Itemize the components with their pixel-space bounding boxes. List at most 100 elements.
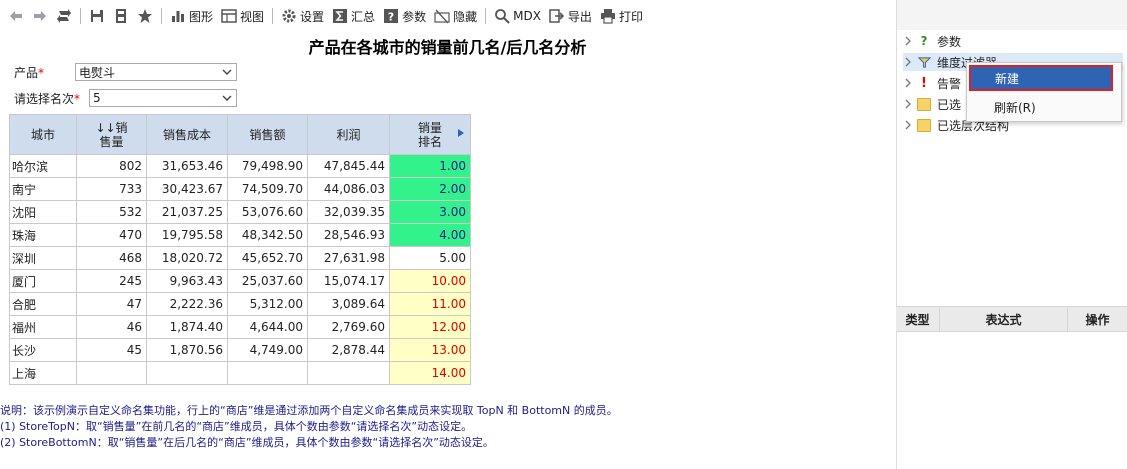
cell-profit[interactable]: 47,845.44 <box>307 154 390 178</box>
header-cost[interactable]: 销售成本 <box>146 114 228 155</box>
cell-cost[interactable]: 30,423.67 <box>146 177 228 201</box>
cell-profit[interactable]: 28,546.93 <box>307 223 390 247</box>
cell-rank[interactable]: 4.00 <box>389 223 471 247</box>
cell-sales[interactable]: 5,312.00 <box>227 292 308 316</box>
header-action[interactable]: 操作 <box>1068 307 1127 331</box>
header-profit[interactable]: 利润 <box>307 114 390 155</box>
export-button[interactable]: 导出 <box>545 4 596 28</box>
cell-cost[interactable]: 21,037.25 <box>146 200 228 224</box>
chevron-right-icon[interactable] <box>903 99 913 109</box>
favorite-button[interactable] <box>133 4 157 28</box>
cell-sales[interactable]: 53,076.60 <box>227 200 308 224</box>
cell-qty[interactable]: 733 <box>76 177 147 201</box>
chevron-right-icon[interactable] <box>903 36 913 46</box>
tree-item-params[interactable]: ? 参数 <box>903 32 961 50</box>
header-qty[interactable]: ↓↓销售量 <box>76 114 147 155</box>
cell-profit[interactable]: 3,089.64 <box>307 292 390 316</box>
view-button[interactable]: 视图 <box>217 4 268 28</box>
header-expression[interactable]: 表达式 <box>940 307 1068 331</box>
cell-sales[interactable] <box>227 361 308 385</box>
tree-item-alerts[interactable]: ! 告警 <box>903 74 961 92</box>
cell-city[interactable]: 哈尔滨 <box>9 154 77 178</box>
cell-profit[interactable]: 15,074.17 <box>307 269 390 293</box>
cell-qty[interactable]: 802 <box>76 154 147 178</box>
cell-sales[interactable]: 4,749.00 <box>227 338 308 362</box>
chevron-right-icon[interactable] <box>903 78 913 88</box>
rank-select[interactable]: 5 <box>89 89 237 107</box>
cell-city[interactable]: 福州 <box>9 315 77 339</box>
save-button[interactable] <box>85 4 109 28</box>
cell-city[interactable]: 沈阳 <box>9 200 77 224</box>
summary-button[interactable]: 汇总 <box>328 4 379 28</box>
cell-profit[interactable] <box>307 361 390 385</box>
tree-item-selected[interactable]: 已选 <box>903 95 961 113</box>
cell-qty[interactable]: 46 <box>76 315 147 339</box>
mdx-button[interactable]: MDX <box>490 4 545 28</box>
cell-cost[interactable]: 19,795.58 <box>146 223 228 247</box>
cell-cost[interactable]: 18,020.72 <box>146 246 228 270</box>
cell-qty[interactable]: 470 <box>76 223 147 247</box>
cell-sales[interactable]: 48,342.50 <box>227 223 308 247</box>
save-as-button[interactable] <box>109 4 133 28</box>
cell-sales[interactable]: 25,037.60 <box>227 269 308 293</box>
forward-button[interactable] <box>28 4 52 28</box>
cell-cost[interactable] <box>146 361 228 385</box>
cell-sales[interactable]: 45,652.70 <box>227 246 308 270</box>
cell-city[interactable]: 深圳 <box>9 246 77 270</box>
param-button[interactable]: ? 参数 <box>379 4 430 28</box>
cell-cost[interactable]: 2,222.36 <box>146 292 228 316</box>
cell-rank[interactable]: 2.00 <box>389 177 471 201</box>
cell-profit[interactable]: 32,039.35 <box>307 200 390 224</box>
printer-icon <box>600 8 616 24</box>
cell-profit[interactable]: 2,878.44 <box>307 338 390 362</box>
cell-qty[interactable]: 47 <box>76 292 147 316</box>
cell-city[interactable]: 南宁 <box>9 177 77 201</box>
settings-button[interactable]: 设置 <box>277 4 328 28</box>
cell-qty[interactable]: 468 <box>76 246 147 270</box>
hide-button[interactable]: 隐藏 <box>430 4 481 28</box>
cell-cost[interactable]: 1,874.40 <box>146 315 228 339</box>
cell-profit[interactable]: 44,086.03 <box>307 177 390 201</box>
cell-sales[interactable]: 4,644.00 <box>227 315 308 339</box>
header-rank[interactable]: 销量排名 <box>389 114 471 155</box>
table-row: 厦门 245 9,963.43 25,037.60 15,074.17 10.00 <box>9 269 471 293</box>
cell-city[interactable]: 珠海 <box>9 223 77 247</box>
chevron-right-icon[interactable] <box>903 57 913 67</box>
back-button[interactable] <box>4 4 28 28</box>
cell-rank[interactable]: 11.00 <box>389 292 471 316</box>
cell-city[interactable]: 厦门 <box>9 269 77 293</box>
cell-sales[interactable]: 79,498.90 <box>227 154 308 178</box>
bar-chart-icon <box>170 8 186 24</box>
cell-cost[interactable]: 31,653.46 <box>146 154 228 178</box>
cell-rank[interactable]: 14.00 <box>389 361 471 385</box>
header-city[interactable]: 城市 <box>9 114 77 155</box>
cell-profit[interactable]: 2,769.60 <box>307 315 390 339</box>
cell-city[interactable]: 长沙 <box>9 338 77 362</box>
cell-qty[interactable]: 245 <box>76 269 147 293</box>
cell-rank[interactable]: 3.00 <box>389 200 471 224</box>
cell-cost[interactable]: 1,870.56 <box>146 338 228 362</box>
cell-rank[interactable]: 10.00 <box>389 269 471 293</box>
product-select[interactable]: 电熨斗 <box>75 63 237 81</box>
cell-profit[interactable]: 27,631.98 <box>307 246 390 270</box>
cell-cost[interactable]: 9,963.43 <box>146 269 228 293</box>
print-button[interactable]: 打印 <box>596 4 647 28</box>
context-menu-new[interactable]: 新建 <box>969 65 1113 91</box>
refresh-button[interactable] <box>52 4 76 28</box>
cell-city[interactable]: 上海 <box>9 361 77 385</box>
expand-triangle-icon[interactable] <box>458 129 464 137</box>
header-sales[interactable]: 销售额 <box>227 114 308 155</box>
context-menu-refresh[interactable]: 刷新(R) <box>967 96 1127 118</box>
cell-rank[interactable]: 13.00 <box>389 338 471 362</box>
cell-sales[interactable]: 74,509.70 <box>227 177 308 201</box>
cell-rank[interactable]: 1.00 <box>389 154 471 178</box>
cell-qty[interactable]: 532 <box>76 200 147 224</box>
chevron-right-icon[interactable] <box>903 120 913 130</box>
cell-rank[interactable]: 12.00 <box>389 315 471 339</box>
cell-rank[interactable]: 5.00 <box>389 246 471 270</box>
cell-city[interactable]: 合肥 <box>9 292 77 316</box>
cell-qty[interactable] <box>76 361 147 385</box>
chart-button[interactable]: 图形 <box>166 4 217 28</box>
header-type[interactable]: 类型 <box>896 307 940 331</box>
cell-qty[interactable]: 45 <box>76 338 147 362</box>
